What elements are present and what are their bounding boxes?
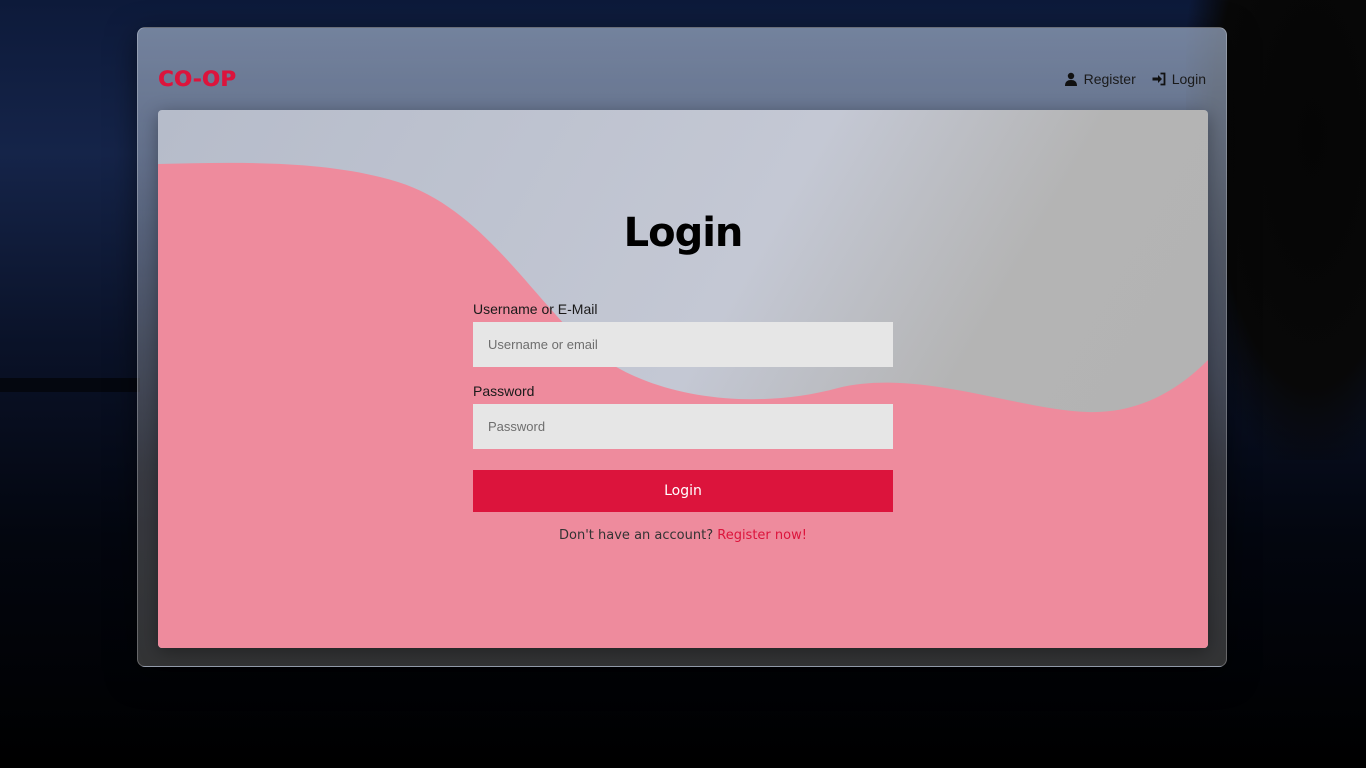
login-button[interactable]: Login (473, 470, 893, 512)
nav-register-label: Register (1083, 71, 1136, 87)
username-label: Username or E-Mail (473, 301, 598, 317)
user-icon (1064, 72, 1078, 86)
nav-login-link[interactable]: Login (1152, 71, 1206, 87)
register-prompt: Don't have an account? Register now! (473, 528, 893, 543)
nav-links: Register Login (1064, 71, 1206, 87)
nav-register-link[interactable]: Register (1064, 71, 1136, 87)
register-now-link[interactable]: Register now! (717, 528, 807, 543)
password-input[interactable] (473, 404, 893, 449)
brand-logo[interactable]: CO-OP (158, 67, 236, 91)
password-label: Password (473, 383, 535, 399)
login-card: Login Username or E-Mail Password Login … (158, 110, 1208, 648)
wave-background (158, 162, 1208, 648)
no-account-text: Don't have an account? (559, 528, 714, 543)
sign-in-icon (1152, 72, 1166, 86)
form-title: Login (623, 210, 744, 256)
username-input[interactable] (473, 322, 893, 367)
background-water (0, 378, 140, 392)
navbar: CO-OP Register Login (158, 64, 1206, 94)
nav-login-label: Login (1171, 71, 1206, 87)
main-container: CO-OP Register Login Login Username or E… (137, 27, 1227, 667)
